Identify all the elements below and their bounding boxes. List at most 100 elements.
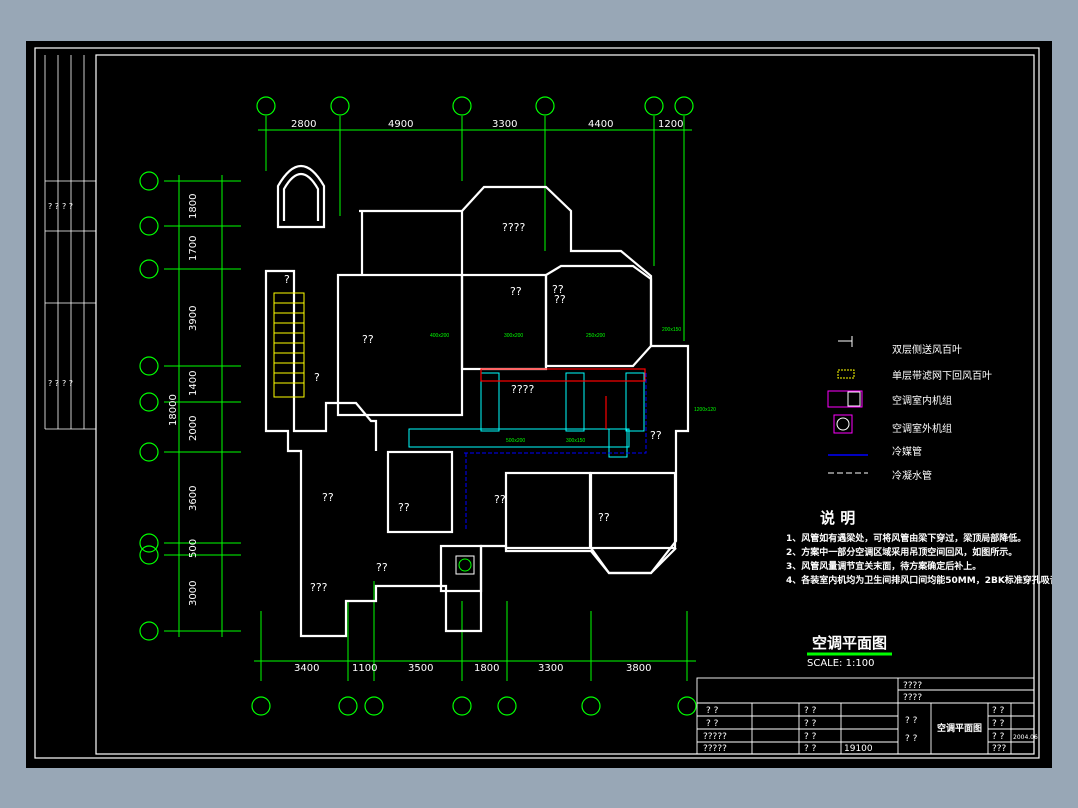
left-strip-marks: ? ? ? ? ? ? ? ? — [48, 202, 73, 388]
strip-mark: ? ? — [48, 379, 59, 388]
room-label: ? — [314, 371, 320, 384]
notes-heading: 说 明 — [820, 509, 855, 527]
left-dimensions: 1800 1700 3900 1400 2000 3600 500 3000 1… — [168, 194, 199, 606]
double-louver-icon — [838, 336, 853, 347]
return-ducts — [480, 368, 646, 429]
dim-left: 3900 — [188, 306, 199, 331]
dim-top: 3300 — [492, 119, 517, 130]
tb-cell: ? ? — [905, 716, 918, 726]
dim-bottom: 3800 — [626, 663, 651, 674]
room-label: ???? — [511, 383, 535, 396]
tb-drawing-name: 空调平面图 — [937, 722, 982, 734]
title-block — [696, 677, 1035, 755]
dim-top: 4900 — [388, 119, 413, 130]
duct-label: 250x200 — [586, 333, 605, 339]
grid-lines — [164, 116, 696, 681]
drawing-scale: SCALE: 1:100 — [807, 658, 874, 669]
strip-mark: ? ? — [48, 202, 59, 211]
duct-label: 300x150 — [566, 438, 585, 444]
floor-plan-walls — [264, 165, 690, 638]
single-louver-icon — [837, 369, 855, 379]
tb-cell: ? ? — [804, 719, 817, 729]
dim-left: 1800 — [188, 194, 199, 219]
tb-cell: ? ? — [992, 706, 1005, 716]
dim-left: 3000 — [188, 581, 199, 606]
tb-cell: ? ? — [804, 744, 817, 754]
room-label: ?? — [362, 333, 374, 346]
legend-labels: 双层侧送风百叶 单层带滤网下回风百叶 空调室内机组 空调室外机组 冷媒管 冷凝水… — [892, 343, 992, 482]
legend: 双层侧送风百叶 单层带滤网下回风百叶 空调室内机组 空调室外机组 冷媒管 冷凝水… — [827, 336, 992, 482]
outdoor-unit-icon — [833, 414, 853, 434]
cad-drawing: ? ? ? ? ? ? ? ? 2800 4900 3300 4400 1200… — [34, 47, 1052, 759]
tb-cell: 2004.06 — [1013, 734, 1038, 741]
tb-cell: ? ? — [992, 719, 1005, 729]
tb-cell: ??? — [992, 744, 1007, 754]
legend-label: 冷媒管 — [892, 445, 922, 458]
legend-label: 单层带滤网下回风百叶 — [892, 369, 992, 382]
dim-bottom: 3400 — [294, 663, 319, 674]
room-label: ?? — [494, 493, 506, 506]
left-strip — [44, 55, 96, 430]
note-line: 1、风管如有遇梁处，可将风管由梁下穿过，梁顶局部降低。 — [786, 532, 1026, 544]
tb-cell: 19100 — [844, 744, 873, 754]
room-label: ? — [284, 273, 290, 286]
dim-bottom: 1800 — [474, 663, 499, 674]
dim-top: 4400 — [588, 119, 613, 130]
strip-mark: ? ? — [62, 202, 73, 211]
room-labels: ???? ?? ?? ?? ?? ?? ??? ?? ?? ?? ???? ??… — [284, 221, 662, 594]
tb-cell: ? ? — [905, 734, 918, 744]
legend-label: 空调室内机组 — [892, 394, 952, 407]
room-label: ??? — [310, 581, 328, 594]
duct-label: 400x200 — [430, 333, 449, 339]
duct-label: 200x150 — [662, 327, 681, 333]
notes: 说 明 1、风管如有遇梁处，可将风管由梁下穿过，梁顶局部降低。 2、方案中一部分… — [786, 509, 1052, 586]
tb-cell: ? ? — [804, 732, 817, 742]
dim-top: 2800 — [291, 119, 316, 130]
dim-left: 1400 — [188, 371, 199, 396]
tb-cell: ? ? — [804, 706, 817, 716]
legend-label: 空调室外机组 — [892, 422, 952, 435]
room-label: ?? — [554, 293, 566, 306]
dim-bottom: 3500 — [408, 663, 433, 674]
note-line: 3、风管风量调节宜关末面，待方案确定后补上。 — [786, 560, 981, 572]
tb-cell: ? ? — [992, 732, 1005, 742]
dim-bottom: 3300 — [538, 663, 563, 674]
legend-label: 双层侧送风百叶 — [892, 343, 962, 356]
dim-left: 3600 — [188, 486, 199, 511]
tb-cell: ????? — [703, 732, 727, 742]
outdoor-unit-plan — [455, 555, 475, 575]
top-dimensions: 2800 4900 3300 4400 1200 — [291, 119, 683, 130]
room-label: ?? — [598, 511, 610, 524]
indoor-unit-icon — [827, 390, 863, 408]
dim-left-total: 18000 — [168, 394, 179, 426]
tb-cell: ???? — [903, 681, 922, 691]
outer-border — [34, 47, 1040, 759]
room-label: ?? — [398, 501, 410, 514]
room-label: ???? — [502, 221, 526, 234]
refrigerant-pipes — [464, 371, 647, 531]
tb-cell: ? ? — [706, 719, 719, 729]
drawing-title: 空调平面图 SCALE: 1:100 — [807, 634, 892, 669]
note-line: 4、各装室内机均为卫生间排风口间均能50MM，2BK标准穿孔吸音板。 — [786, 574, 1052, 586]
room-label: ?? — [376, 561, 388, 574]
tb-cell: ? ? — [706, 706, 719, 716]
stair — [273, 292, 305, 398]
drawing-title-text: 空调平面图 — [812, 634, 887, 652]
dim-top: 1200 — [658, 119, 683, 130]
note-line: 2、方案中一部分空调区域采用吊顶空间回风，如图所示。 — [786, 546, 1017, 558]
duct-label: 300x200 — [504, 333, 523, 339]
dim-left: 500 — [188, 539, 199, 558]
duct-label: 1200x120 — [694, 407, 716, 413]
room-label: ?? — [650, 429, 662, 442]
grid-bubbles — [139, 96, 697, 716]
dim-left: 1700 — [188, 236, 199, 261]
dim-bottom: 1100 — [352, 663, 377, 674]
dim-left: 2000 — [188, 416, 199, 441]
duct-labels: 400x200 300x200 250x200 200x150 500x200 … — [430, 327, 716, 444]
tb-cell: ????? — [703, 744, 727, 754]
strip-mark: ? ? — [62, 379, 73, 388]
legend-label: 冷凝水管 — [892, 469, 932, 482]
room-label: ?? — [510, 285, 522, 298]
room-label: ?? — [322, 491, 334, 504]
duct-label: 500x200 — [506, 438, 525, 444]
